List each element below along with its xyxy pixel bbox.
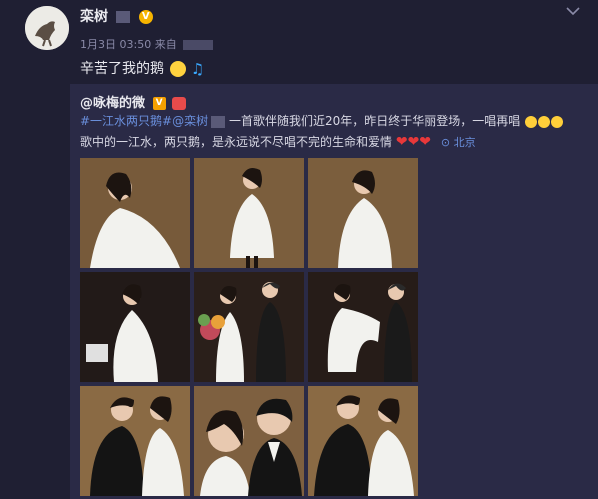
repost-card: @咏梅的微 V #一江水两只鹅#@栾树 一首歌伴随我们近20年，昨日终于华丽登场… xyxy=(70,84,598,499)
photo-thumbnail[interactable] xyxy=(80,386,190,496)
username-text[interactable]: 栾树 xyxy=(80,9,108,25)
post-source-label: 来自 xyxy=(154,38,177,51)
post-text: 辛苦了我的鹅 ♫ xyxy=(80,58,204,78)
photo-thumbnail[interactable] xyxy=(194,386,304,496)
post-meta: 1月3日 03:50 来自 xyxy=(80,36,214,52)
heart-icon: ❤❤❤ xyxy=(395,134,432,150)
photo-thumbnail[interactable] xyxy=(308,158,418,268)
post-time[interactable]: 1月3日 03:50 xyxy=(80,38,151,51)
avatar[interactable] xyxy=(25,6,69,50)
location-text[interactable]: 北京 xyxy=(454,136,476,149)
post-body: 辛苦了我的鹅 xyxy=(80,61,164,77)
hashtag-link[interactable]: #一江水两只鹅# xyxy=(80,114,172,128)
username[interactable]: 栾树 V xyxy=(80,6,153,26)
photo-thumbnail[interactable] xyxy=(308,386,418,496)
redacted-block xyxy=(211,115,226,128)
smile-emoji-icon xyxy=(170,61,187,77)
chevron-down-icon[interactable] xyxy=(566,6,580,16)
redacted-block xyxy=(115,11,130,23)
cry-emoji-icon xyxy=(525,115,538,128)
repost-text-line-1: #一江水两只鹅#@栾树 一首歌伴随我们近20年，昨日终于华丽登场，一唱再唱 xyxy=(80,112,564,129)
photo-thumbnail[interactable] xyxy=(80,272,190,382)
cry-emoji-icon xyxy=(538,115,551,128)
photo-thumbnail[interactable] xyxy=(194,158,304,268)
member-badge-icon xyxy=(172,97,187,110)
photo-thumbnail[interactable] xyxy=(80,158,190,268)
repost-author[interactable]: @咏梅的微 V xyxy=(80,92,187,111)
mention-link[interactable]: @栾树 xyxy=(172,114,208,128)
verified-badge-icon: V xyxy=(138,10,153,24)
verified-badge-icon: V xyxy=(152,97,166,110)
cry-emoji-icon xyxy=(551,115,564,128)
repost-text-line-2: 歌中的一江水，两只鹅，是永远说不尽唱不完的生命和爱情 ❤❤❤ ⊙ 北京 xyxy=(80,133,476,150)
photo-thumbnail[interactable] xyxy=(308,272,418,382)
music-note-icon: ♫ xyxy=(190,60,205,78)
redacted-block xyxy=(183,40,214,50)
photo-thumbnail[interactable] xyxy=(194,272,304,382)
repost-body-1: 一首歌伴随我们近20年，昨日终于华丽登场，一唱再唱 xyxy=(228,114,521,128)
repost-author-name[interactable]: @咏梅的微 xyxy=(80,96,145,111)
location-link[interactable]: ⊙ 北京 xyxy=(441,136,476,149)
repost-body-2: 歌中的一江水，两只鹅，是永远说不尽唱不完的生命和爱情 xyxy=(80,135,393,149)
